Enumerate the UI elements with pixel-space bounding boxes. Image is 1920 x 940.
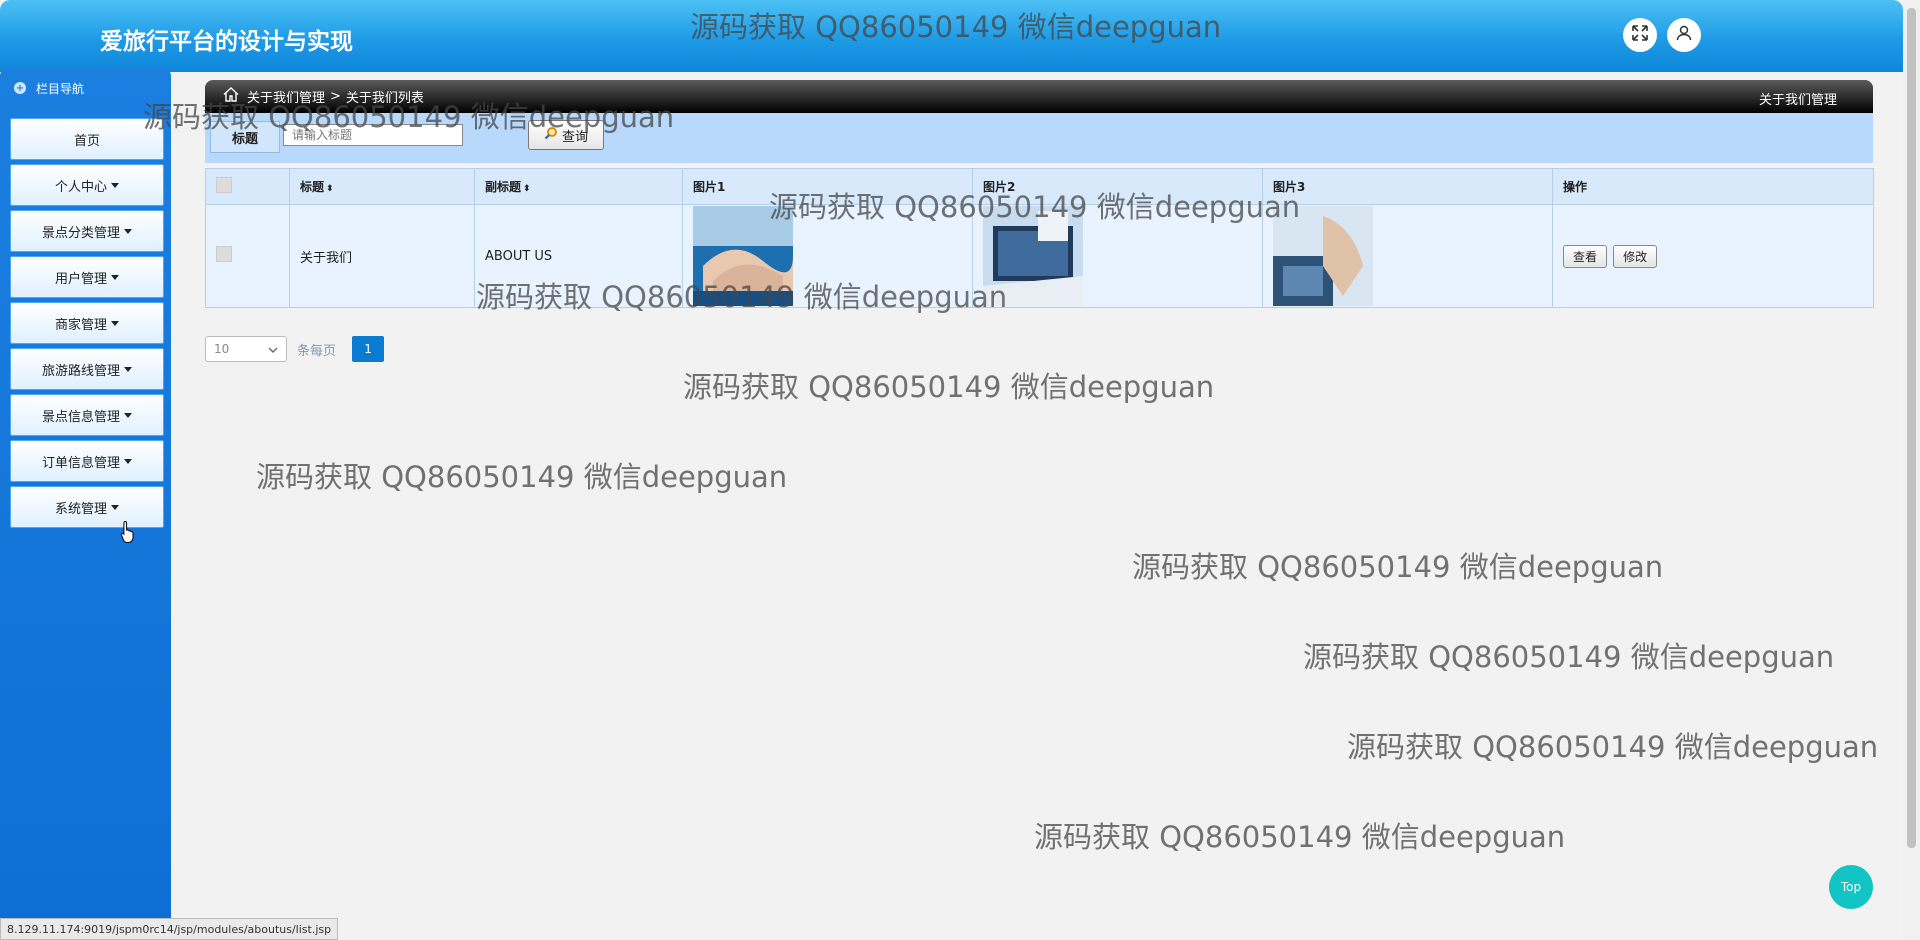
- table-header-row: 标题 ⬍ 副标题 ⬍ 图片1 图片2 图片3 操作: [205, 168, 1874, 205]
- cell-subtitle: ABOUT US: [474, 204, 683, 308]
- page-title: 关于我们管理: [1758, 93, 1837, 108]
- caret-down-icon: [124, 228, 132, 234]
- watermark-text: 源码获取 QQ86050149 微信deepguan: [256, 460, 788, 494]
- row-select-cell: [205, 204, 290, 308]
- edit-button[interactable]: 修改: [1613, 244, 1658, 268]
- hand-cursor-icon: [120, 520, 134, 543]
- caret-down-icon: [124, 458, 132, 464]
- sidebar-item-label: 系统管理: [54, 501, 107, 517]
- sidebar-item-label: 用户管理: [54, 271, 107, 287]
- search-input[interactable]: [283, 124, 463, 146]
- sidebar-item-home[interactable]: 首页: [10, 118, 164, 160]
- breadcrumb-level2: 关于我们列表: [345, 91, 424, 106]
- fullscreen-button[interactable]: [1623, 18, 1657, 52]
- sidebar-item-label: 景点信息管理: [41, 409, 120, 425]
- column-header-image2: 图片2: [972, 168, 1263, 205]
- watermark-text: 源码获取 QQ86050149 微信deepguan: [1132, 550, 1664, 584]
- cell-title: 关于我们: [289, 204, 475, 308]
- caret-down-icon: [124, 366, 132, 372]
- watermark-text: 源码获取 QQ86050149 微信deepguan: [1303, 640, 1835, 674]
- sidebar-item-label: 订单信息管理: [41, 455, 120, 471]
- watermark-text: 源码获取 QQ86050149 微信deepguan: [1347, 730, 1879, 764]
- column-header-image1: 图片1: [682, 168, 973, 205]
- search-button-label: 查询: [561, 129, 588, 145]
- sidebar-item-orders[interactable]: 订单信息管理: [10, 440, 164, 482]
- plus-circle-icon: +: [14, 82, 26, 94]
- column-header-actions: 操作: [1552, 168, 1874, 205]
- sidebar-item-users[interactable]: 用户管理: [10, 256, 164, 298]
- column-header-label: 副标题: [485, 180, 522, 194]
- page-size-value: 10: [214, 342, 230, 356]
- cell-image3: [1262, 204, 1553, 308]
- data-table: 标题⬍ 副标题⬍ 图片1 图片2 图片3 操作 关于我们 ABOUT US: [205, 168, 1874, 308]
- status-bar-url: 8.129.11.174:9019/jspm0rc14/jsp/modules/…: [0, 918, 339, 940]
- sidebar-item-merchants[interactable]: 商家管理: [10, 302, 164, 344]
- search-bar: 标题 查询: [205, 113, 1873, 163]
- sidebar-item-system[interactable]: 系统管理: [10, 486, 164, 528]
- back-to-top-button[interactable]: Top: [1829, 865, 1873, 909]
- sidebar-item-scenic-info[interactable]: 景点信息管理: [10, 394, 164, 436]
- app-title: 爱旅行平台的设计与实现: [100, 29, 353, 55]
- sort-icon: ⬍: [523, 184, 531, 194]
- caret-down-icon: [111, 182, 119, 188]
- sidebar-item-label: 个人中心: [54, 179, 107, 195]
- watermark-text: 源码获取 QQ86050149 微信deepguan: [683, 370, 1215, 404]
- sidebar-item-label: 首页: [73, 133, 100, 149]
- select-all-cell: [205, 168, 290, 205]
- chevron-down-icon: [268, 342, 278, 356]
- breadcrumb-level1[interactable]: 关于我们管理: [247, 87, 325, 106]
- user-button[interactable]: [1667, 18, 1701, 52]
- column-header-subtitle[interactable]: 副标题 ⬍: [474, 168, 683, 205]
- user-icon: [1675, 24, 1693, 46]
- page-size-label: 条每页: [297, 343, 337, 359]
- page-number-button[interactable]: 1: [352, 336, 385, 362]
- caret-down-icon: [124, 412, 132, 418]
- column-header-image3: 图片3: [1262, 168, 1553, 205]
- sidebar-item-personal-center[interactable]: 个人中心: [10, 164, 164, 206]
- table-row: 关于我们 ABOUT US 查看 修改: [205, 204, 1874, 308]
- scrollbar-thumb[interactable]: [1907, 8, 1916, 848]
- sidebar-item-routes[interactable]: 旅游路线管理: [10, 348, 164, 390]
- column-header-label: 标题: [300, 180, 325, 194]
- expand-icon: [1631, 24, 1649, 46]
- sidebar-item-label: 商家管理: [54, 317, 107, 333]
- image2-thumbnail[interactable]: [983, 206, 1083, 306]
- breadcrumb-separator: >: [330, 89, 341, 104]
- home-icon[interactable]: [223, 87, 239, 106]
- pagination: 10 条每页 1: [205, 336, 385, 362]
- cell-image1: [682, 204, 973, 308]
- sidebar-item-scenic-category[interactable]: 景点分类管理: [10, 210, 164, 252]
- top-header: 爱旅行平台的设计与实现: [0, 0, 1903, 72]
- sidebar-title: 栏目导航: [36, 81, 85, 96]
- caret-down-icon: [111, 504, 119, 510]
- caret-down-icon: [111, 274, 119, 280]
- magnifier-icon: [544, 126, 558, 144]
- sidebar: + 栏目导航 首页 个人中心 景点分类管理 用户管理 商家管理 旅游路线管理 景…: [0, 68, 171, 920]
- cell-image2: [972, 204, 1263, 308]
- search-button[interactable]: 查询: [528, 120, 604, 150]
- sidebar-item-label: 景点分类管理: [41, 225, 120, 241]
- row-checkbox[interactable]: [216, 246, 232, 262]
- column-header-title[interactable]: 标题 ⬍: [289, 168, 475, 205]
- sort-icon: ⬍: [326, 184, 334, 194]
- image3-thumbnail[interactable]: [1273, 206, 1373, 306]
- vertical-scrollbar[interactable]: [1903, 0, 1920, 940]
- search-label: 标题: [210, 121, 280, 153]
- watermark-text: 源码获取 QQ86050149 微信deepguan: [1034, 820, 1566, 854]
- breadcrumb: 关于我们管理 > 关于我们列表: [223, 87, 424, 106]
- image1-thumbnail[interactable]: [693, 206, 793, 306]
- page-size-select[interactable]: 10: [205, 336, 287, 362]
- select-all-checkbox[interactable]: [216, 177, 232, 193]
- sidebar-item-label: 旅游路线管理: [41, 363, 120, 379]
- cell-actions: 查看 修改: [1552, 204, 1874, 308]
- caret-down-icon: [111, 320, 119, 326]
- sidebar-header: + 栏目导航: [0, 68, 171, 108]
- view-button[interactable]: 查看: [1563, 244, 1608, 268]
- breadcrumb-bar: 关于我们管理 > 关于我们列表 关于我们管理: [205, 80, 1873, 113]
